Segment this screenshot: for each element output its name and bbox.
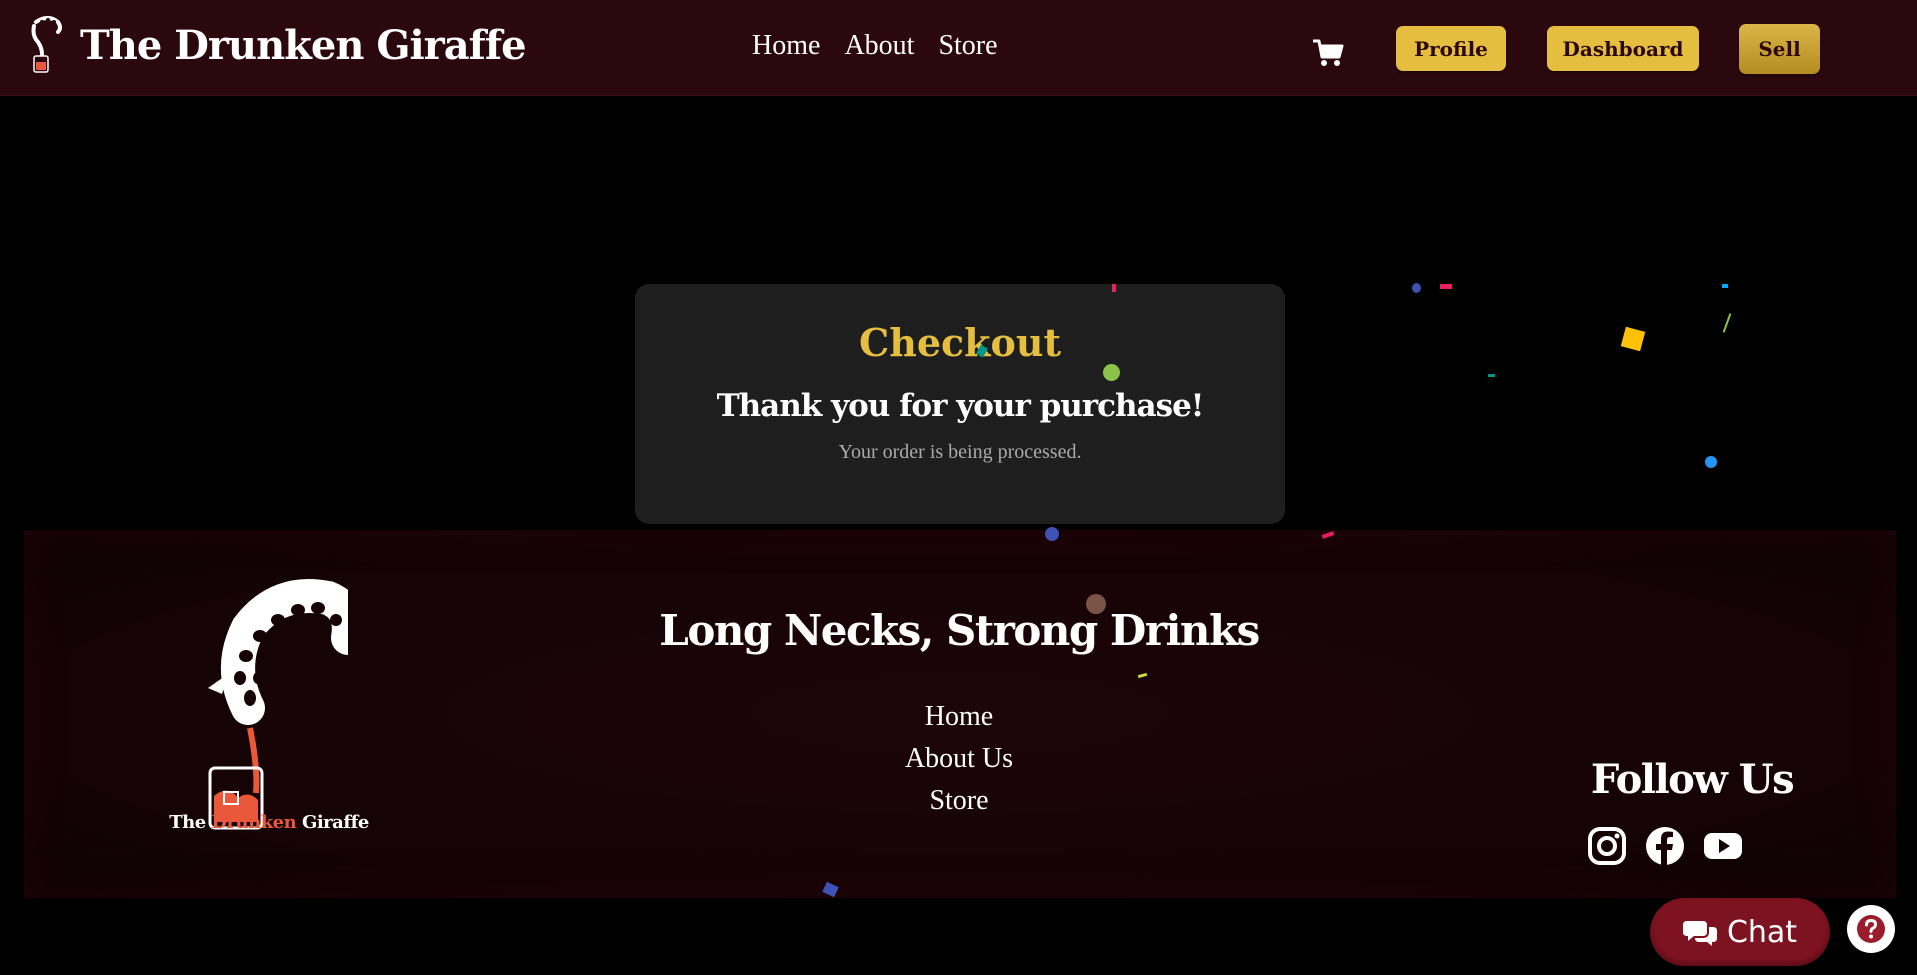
confetti-piece <box>1722 313 1732 333</box>
chat-label: Chat <box>1726 914 1798 950</box>
nav-home[interactable]: Home <box>752 30 820 62</box>
brand-title: The Drunken Giraffe <box>80 21 527 69</box>
confetti-piece <box>1112 284 1116 292</box>
confetti-piece <box>1705 456 1717 468</box>
confetti-piece <box>1412 283 1421 293</box>
help-button[interactable] <box>1847 905 1895 953</box>
confetti-piece <box>1440 284 1452 289</box>
profile-button[interactable]: Profile <box>1396 26 1506 71</box>
top-navbar: The Drunken Giraffe Home About Store Pro… <box>0 0 1917 96</box>
giraffe-logo-icon <box>31 16 62 73</box>
checkout-title: Checkout <box>858 320 1062 365</box>
youtube-icon[interactable] <box>1703 826 1743 866</box>
confetti-piece <box>1103 364 1120 381</box>
sell-button[interactable]: Sell <box>1739 24 1820 74</box>
nav-store[interactable]: Store <box>938 30 997 62</box>
confetti-piece <box>1488 374 1495 377</box>
cart-icon[interactable] <box>1312 38 1344 68</box>
thank-you-message: Thank you for your purchase! <box>716 388 1205 424</box>
checkout-card: Checkout Thank you for your purchase! Yo… <box>635 284 1285 524</box>
nav-about[interactable]: About <box>844 30 914 62</box>
dashboard-button[interactable]: Dashboard <box>1547 26 1699 71</box>
social-links <box>1587 826 1743 866</box>
confetti-piece <box>1722 284 1728 288</box>
footer-tagline: Long Necks, Strong Drinks <box>659 606 1260 655</box>
order-status-text: Your order is being processed. <box>838 441 1082 463</box>
footer-link-home[interactable]: Home <box>24 696 1894 738</box>
footer: The Drunken Giraffe Long Necks, Strong D… <box>24 530 1896 898</box>
instagram-icon[interactable] <box>1587 826 1627 866</box>
confetti-piece <box>1086 594 1106 614</box>
confetti-piece <box>1620 326 1646 352</box>
main-nav: Home About Store <box>752 30 998 62</box>
chat-button[interactable]: Chat <box>1650 898 1830 966</box>
question-circle-icon <box>1857 915 1885 943</box>
brand-link[interactable]: The Drunken Giraffe <box>28 16 527 74</box>
facebook-icon[interactable] <box>1645 826 1685 866</box>
chat-bubbles-icon <box>1682 921 1717 946</box>
follow-us-heading: Follow Us <box>1590 756 1795 803</box>
confetti-piece <box>1045 527 1059 541</box>
